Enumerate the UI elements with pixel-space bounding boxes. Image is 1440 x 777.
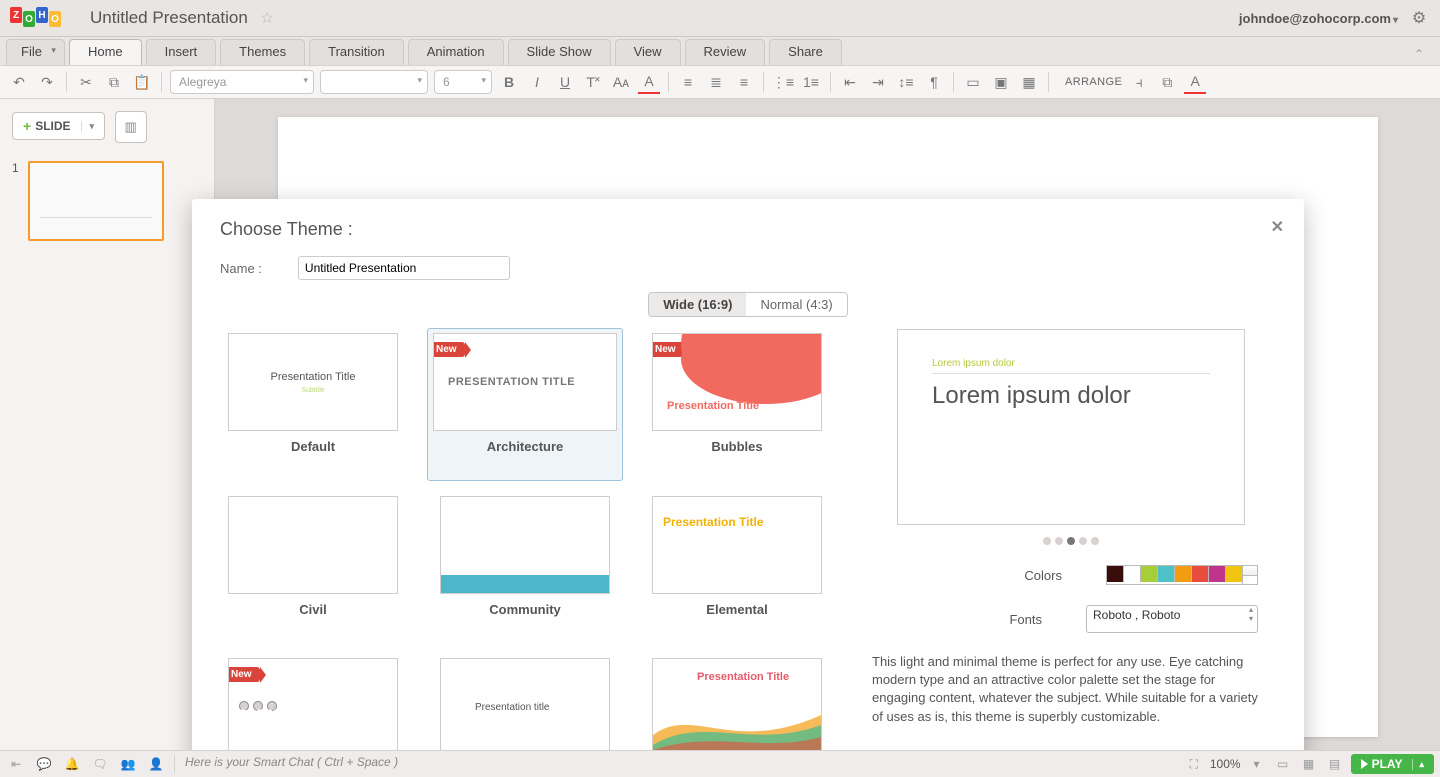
play-button[interactable]: PLAY [1351, 754, 1434, 774]
menu-transition[interactable]: Transition [309, 39, 404, 65]
fit-icon[interactable]: ⛶ [1184, 754, 1204, 774]
text-direction-icon[interactable]: ¶ [923, 71, 945, 93]
slide-thumbnail[interactable] [28, 161, 164, 241]
bold-icon[interactable]: B [498, 71, 520, 93]
theme-elemental[interactable]: Presentation Title Elemental [644, 496, 830, 639]
collapse-ribbon-icon[interactable]: ⌃ [1404, 43, 1434, 65]
theme-preview-panel: Lorem ipsum dolor Lorem ipsum dolor Colo… [866, 327, 1276, 777]
aspect-wide-button[interactable]: Wide (16:9) [649, 293, 746, 316]
contacts-icon[interactable]: 👥 [118, 754, 138, 774]
theme-community[interactable]: PRESENTATION TITLE Community [432, 496, 618, 639]
redo-icon[interactable]: ↷ [36, 71, 58, 93]
arrange-align-icon[interactable]: ⫞ [1128, 71, 1150, 93]
zoom-level[interactable]: 100% [1210, 757, 1241, 771]
zoho-logo: ZO HO [10, 7, 66, 29]
cut-icon[interactable]: ✂ [75, 71, 97, 93]
person-icon[interactable]: 👤 [146, 754, 166, 774]
presentation-name-input[interactable] [298, 256, 510, 280]
theme-default[interactable]: Presentation Title Subtitle Default [220, 333, 406, 476]
align-right-icon[interactable]: ≡ [733, 71, 755, 93]
user-menu[interactable]: johndoe@zohocorp.com [1239, 11, 1398, 26]
comments-icon[interactable]: 🗨 [90, 754, 110, 774]
slide-number: 1 [12, 161, 22, 241]
plus-icon: + [23, 118, 31, 134]
preview-page-dots[interactable] [1043, 537, 1099, 545]
superscript-icon[interactable]: T˟ [582, 71, 604, 93]
title-bar: ZO HO Untitled Presentation ☆ johndoe@zo… [0, 0, 1440, 37]
aspect-normal-button[interactable]: Normal (4:3) [746, 293, 846, 316]
settings-gear-icon[interactable]: ⚙ [1408, 7, 1430, 29]
document-title[interactable]: Untitled Presentation [90, 8, 248, 28]
menu-insert[interactable]: Insert [146, 39, 217, 65]
slide-panel: + SLIDE ▥ 1 [0, 99, 215, 754]
font-size-select[interactable]: 6 [434, 70, 492, 94]
formatting-toolbar: ↶ ↷ ✂ ⧉ 📋 Alegreya 6 B I U T˟ Aᴀ A ≡ ≣ ≡… [0, 65, 1440, 99]
underline-icon[interactable]: U [554, 71, 576, 93]
indent-increase-icon[interactable]: ⇥ [867, 71, 889, 93]
shape1-icon[interactable]: ▭ [962, 71, 984, 93]
smart-chat-input[interactable]: Here is your Smart Chat ( Ctrl + Space ) [174, 755, 945, 773]
menu-view[interactable]: View [615, 39, 681, 65]
align-left-icon[interactable]: ≡ [677, 71, 699, 93]
color-stepper[interactable] [1243, 565, 1258, 585]
menu-bar: File Home Insert Themes Transition Anima… [0, 37, 1440, 65]
menu-share[interactable]: Share [769, 39, 842, 65]
collapse-panel-icon[interactable]: ⇤ [6, 754, 26, 774]
arrange-order-icon[interactable]: ⧉ [1156, 71, 1178, 93]
italic-icon[interactable]: I [526, 71, 548, 93]
shape3-icon[interactable]: ▦ [1018, 71, 1040, 93]
view-normal-icon[interactable]: ▭ [1273, 754, 1293, 774]
highlight-icon[interactable]: A [1184, 70, 1206, 94]
theme-architecture[interactable]: New PRESENTATION TITLE Architecture [427, 328, 623, 481]
workspace: + SLIDE ▥ 1 Choose Theme : ✕ Name : Wide… [0, 99, 1440, 754]
paste-icon[interactable]: 📋 [131, 71, 153, 93]
indent-decrease-icon[interactable]: ⇤ [839, 71, 861, 93]
notifications-icon[interactable]: 🔔 [62, 754, 82, 774]
play-icon [1361, 759, 1368, 769]
theme-civil[interactable]: Presentation title Civil [220, 496, 406, 639]
new-badge: New [433, 342, 465, 357]
choose-theme-dialog: Choose Theme : ✕ Name : Wide (16:9) Norm… [192, 199, 1304, 777]
aspect-ratio-toggle: Wide (16:9) Normal (4:3) [220, 292, 1276, 317]
favorite-star-icon[interactable]: ☆ [260, 8, 274, 28]
menu-file[interactable]: File [6, 39, 65, 65]
arrange-label[interactable]: ARRANGE [1065, 76, 1122, 88]
number-list-icon[interactable]: 1≡ [800, 71, 822, 93]
text-case-icon[interactable]: Aᴀ [610, 71, 632, 93]
undo-icon[interactable]: ↶ [8, 71, 30, 93]
colors-label: Colors [1012, 568, 1062, 583]
view-reading-icon[interactable]: ▤ [1325, 754, 1345, 774]
view-sorter-icon[interactable]: ▦ [1299, 754, 1319, 774]
chevron-down-icon[interactable]: ▾ [1247, 754, 1267, 774]
theme-description: This light and minimal theme is perfect … [866, 653, 1276, 726]
bullet-list-icon[interactable]: ⋮≡ [772, 71, 794, 93]
theme-grid[interactable]: Presentation Title Subtitle Default New … [220, 327, 836, 777]
add-slide-button[interactable]: + SLIDE [12, 112, 105, 140]
name-label: Name : [220, 261, 262, 276]
font-family-select[interactable]: Alegreya [170, 70, 314, 94]
fonts-label: Fonts [992, 612, 1042, 627]
color-swatches[interactable] [1106, 565, 1243, 585]
menu-slideshow[interactable]: Slide Show [508, 39, 611, 65]
font-select[interactable]: Roboto , Roboto [1086, 605, 1258, 633]
theme-bubbles[interactable]: New Presentation Title Bubbles [644, 333, 830, 476]
chat-icon[interactable]: 💬 [34, 754, 54, 774]
slide-layout-button[interactable]: ▥ [115, 111, 147, 143]
status-bar: ⇤ 💬 🔔 🗨 👥 👤 Here is your Smart Chat ( Ct… [0, 750, 1440, 777]
theme-preview-card: Lorem ipsum dolor Lorem ipsum dolor [897, 329, 1245, 525]
menu-themes[interactable]: Themes [220, 39, 305, 65]
font-style-select[interactable] [320, 70, 428, 94]
menu-animation[interactable]: Animation [408, 39, 504, 65]
new-badge: New [228, 667, 260, 682]
menu-review[interactable]: Review [685, 39, 766, 65]
shape2-icon[interactable]: ▣ [990, 71, 1012, 93]
menu-home[interactable]: Home [69, 39, 142, 65]
line-spacing-icon[interactable]: ↕≡ [895, 71, 917, 93]
dialog-title: Choose Theme : [220, 219, 1276, 240]
align-center-icon[interactable]: ≣ [705, 71, 727, 93]
new-badge: New [652, 342, 684, 357]
close-dialog-icon[interactable]: ✕ [1271, 217, 1284, 237]
copy-icon[interactable]: ⧉ [103, 71, 125, 93]
font-color-icon[interactable]: A [638, 70, 660, 94]
